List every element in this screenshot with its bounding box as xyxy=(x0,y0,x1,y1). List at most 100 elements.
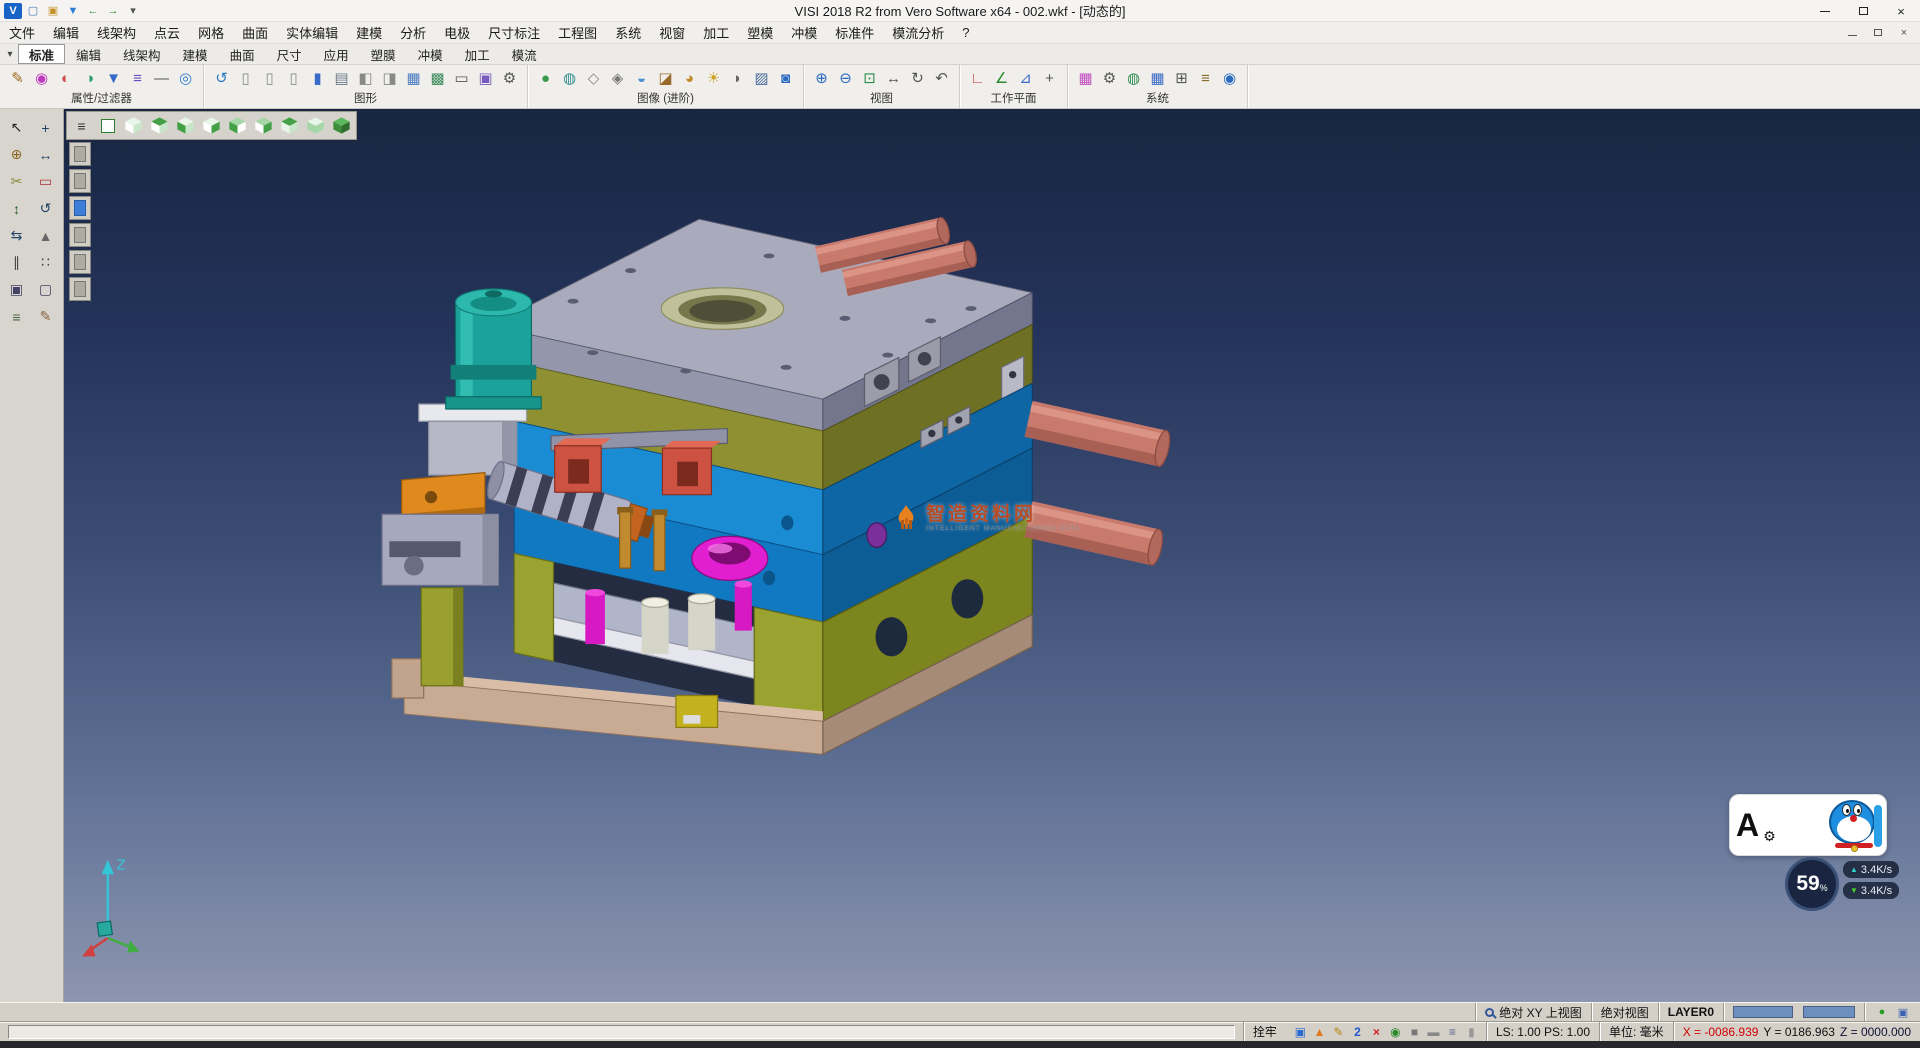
viewport-3d[interactable]: Z ≡ xyxy=(64,109,1920,1002)
close-button[interactable]: × xyxy=(1882,0,1920,22)
tab-9[interactable]: 冲模 xyxy=(407,44,454,64)
menu-item-11[interactable]: 尺寸标注 xyxy=(479,21,549,44)
menu-item-1[interactable]: 文件 xyxy=(0,21,44,44)
workplane-3point-icon[interactable]: ⊿ xyxy=(1014,66,1037,90)
filter-color-icon[interactable]: ◐ xyxy=(54,66,77,90)
trim-icon[interactable]: ✂ xyxy=(3,169,30,194)
open-file-icon[interactable]: ▣ xyxy=(44,3,62,19)
plane-chip-3[interactable] xyxy=(69,196,91,220)
view-iso-nw-icon[interactable] xyxy=(147,114,172,137)
measure-icon[interactable]: ↔ xyxy=(32,142,59,167)
grid-state-icon[interactable]: ▣ xyxy=(1895,1004,1911,1020)
model-canvas[interactable]: Z xyxy=(64,109,1920,1002)
view-left-icon[interactable] xyxy=(225,114,250,137)
group-icon[interactable]: ▣ xyxy=(3,277,30,302)
ruler-icon[interactable]: ▬ xyxy=(1425,1023,1442,1040)
workplane-align-icon[interactable]: ∠ xyxy=(990,66,1013,90)
sheet-2-icon[interactable]: ▯ xyxy=(258,66,281,90)
redo-icon[interactable]: → xyxy=(104,3,122,19)
line-style-icon[interactable]: — xyxy=(150,66,173,90)
layer-color-bar-1[interactable] xyxy=(1733,1006,1793,1018)
sheet-1-icon[interactable]: ▯ xyxy=(234,66,257,90)
viewport-menu-icon[interactable]: ≡ xyxy=(69,114,94,137)
maximize-button[interactable] xyxy=(1844,0,1882,22)
absolute-view-cell[interactable]: 绝对视图 xyxy=(1591,1003,1658,1021)
menu-item-6[interactable]: 曲面 xyxy=(233,21,277,44)
quick-access-dropdown-icon[interactable]: ▾ xyxy=(124,3,142,19)
doc-minimize-button[interactable] xyxy=(1844,27,1860,39)
layer-color-bars[interactable] xyxy=(1723,1003,1864,1021)
command-line[interactable] xyxy=(8,1025,1235,1039)
plane-chip-1[interactable] xyxy=(69,142,91,166)
box-shaded-icon[interactable]: ▩ xyxy=(426,66,449,90)
tab-5[interactable]: 曲面 xyxy=(219,44,266,64)
select-add-icon[interactable]: + xyxy=(32,115,59,140)
shaded-edges-icon[interactable]: ◍ xyxy=(558,66,581,90)
workplane-xy-icon[interactable]: ∟ xyxy=(966,66,989,90)
world-icon[interactable]: ◍ xyxy=(1122,66,1145,90)
minimize-button[interactable] xyxy=(1806,0,1844,22)
transparency-icon[interactable]: ◒ xyxy=(630,66,653,90)
zoom-out-icon[interactable]: ⊖ xyxy=(834,66,857,90)
layer-manager-icon[interactable]: ≡ xyxy=(126,66,149,90)
menu-item-8[interactable]: 建模 xyxy=(347,21,391,44)
view-iso-ne-icon[interactable] xyxy=(121,114,146,137)
shaded-mode-icon[interactable]: ● xyxy=(534,66,557,90)
view-front-icon[interactable] xyxy=(173,114,198,137)
scale-icon[interactable]: ▲ xyxy=(32,223,59,248)
ungroup-icon[interactable]: ▢ xyxy=(32,277,59,302)
menu-item-2[interactable]: 编辑 xyxy=(44,21,88,44)
filter-type-icon[interactable]: ◑ xyxy=(78,66,101,90)
view-mode-cell[interactable]: 绝对 XY 上视图 xyxy=(1475,1003,1590,1021)
system-info-icon[interactable]: ◉ xyxy=(1218,66,1241,90)
wireframe-mode-icon[interactable]: ◇ xyxy=(582,66,605,90)
zoom-fit-icon[interactable]: ⊡ xyxy=(858,66,881,90)
color-palette-icon[interactable]: ▦ xyxy=(1074,66,1097,90)
snapshot-icon[interactable]: ▣ xyxy=(1292,1023,1309,1040)
tab-2[interactable]: 编辑 xyxy=(65,44,112,64)
menu-item-16[interactable]: 塑模 xyxy=(738,21,782,44)
plane-chip-6[interactable] xyxy=(69,277,91,301)
move-icon[interactable]: ↕ xyxy=(3,196,30,221)
sheet-active-icon[interactable]: ▮ xyxy=(306,66,329,90)
erase-icon[interactable]: ▭ xyxy=(32,169,59,194)
tab-6[interactable]: 尺寸 xyxy=(266,44,313,64)
render-icon[interactable]: ◙ xyxy=(774,66,797,90)
visi-logo[interactable]: V xyxy=(4,3,22,19)
new-file-icon[interactable]: ▢ xyxy=(24,3,42,19)
calculator-icon[interactable]: ⊞ xyxy=(1170,66,1193,90)
doc-close-button[interactable]: × xyxy=(1896,27,1912,39)
workplane-reset-icon[interactable]: + xyxy=(1038,66,1061,90)
units-cell[interactable]: 单位: 毫米 xyxy=(1599,1022,1673,1041)
select-icon[interactable]: ↖ xyxy=(3,115,30,140)
tab-10[interactable]: 加工 xyxy=(454,44,501,64)
delete-state-icon[interactable]: × xyxy=(1368,1023,1385,1040)
section-view-icon[interactable]: ◪ xyxy=(654,66,677,90)
capture-graphic-icon[interactable]: ▣ xyxy=(474,66,497,90)
box-wireframe-icon[interactable]: ▦ xyxy=(402,66,425,90)
view-top-icon[interactable] xyxy=(277,114,302,137)
previous-view-icon[interactable]: ↶ xyxy=(930,66,953,90)
view-plane-icon[interactable] xyxy=(95,114,120,137)
edit-attributes-icon[interactable]: ✎ xyxy=(6,66,29,90)
status-ok-icon[interactable]: ● xyxy=(1874,1004,1890,1020)
system-settings-icon[interactable]: ⚙ xyxy=(1098,66,1121,90)
menu-item-20[interactable]: ? xyxy=(953,23,978,42)
menu-item-17[interactable]: 冲模 xyxy=(782,21,826,44)
menu-item-3[interactable]: 线架构 xyxy=(88,21,145,44)
rotate-view-icon[interactable]: ↻ xyxy=(906,66,929,90)
zoom-in-icon[interactable]: ⊕ xyxy=(810,66,833,90)
menu-item-5[interactable]: 网格 xyxy=(189,21,233,44)
menu-item-13[interactable]: 系统 xyxy=(606,21,650,44)
tab-4[interactable]: 建模 xyxy=(172,44,219,64)
layer-color-bar-2[interactable] xyxy=(1803,1006,1855,1018)
plane-chip-5[interactable] xyxy=(69,250,91,274)
tab-overflow-icon[interactable]: ▾ xyxy=(2,49,18,60)
battery-percent-badge[interactable]: 59% xyxy=(1785,857,1839,911)
menu-item-10[interactable]: 电极 xyxy=(435,21,479,44)
menu-item-19[interactable]: 模流分析 xyxy=(883,21,953,44)
visibility-filter-icon[interactable]: ◎ xyxy=(174,66,197,90)
tab-7[interactable]: 应用 xyxy=(313,44,360,64)
solid-edges-icon[interactable]: ◨ xyxy=(378,66,401,90)
entity-properties-icon[interactable]: ✎ xyxy=(32,304,59,329)
